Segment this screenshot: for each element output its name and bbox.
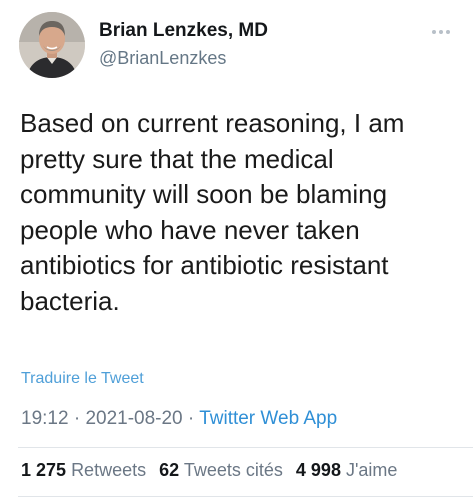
translate-tweet-link[interactable]: Traduire le Tweet (21, 370, 144, 388)
tweet-time[interactable]: 19:12 (21, 408, 69, 429)
display-name[interactable]: Brian Lenzkes, MD (99, 20, 268, 42)
meta-separator: · (73, 408, 81, 429)
user-handle[interactable]: @BrianLenzkes (99, 48, 226, 69)
quote-tweets-count: 62 (159, 460, 180, 480)
retweets-stat[interactable]: 1 275 Retweets (21, 460, 146, 480)
more-options-icon[interactable] (432, 26, 456, 38)
more-dot (446, 30, 450, 34)
divider (18, 447, 473, 448)
tweet-card: Brian Lenzkes, MD @BrianLenzkes Based on… (0, 0, 473, 500)
tweet-metadata: 19:12 · 2021-08-20 · Twitter Web App (21, 408, 337, 430)
divider (18, 496, 473, 497)
tweet-text: Based on current reasoning, I am pretty … (20, 108, 405, 316)
tweet-date[interactable]: 2021-08-20 (85, 408, 182, 429)
quote-tweets-stat[interactable]: 62 Tweets cités (159, 460, 283, 480)
likes-label: J'aime (345, 460, 398, 480)
retweets-label: Retweets (71, 460, 147, 480)
avatar-image (19, 12, 85, 78)
engagement-stats: 1 275 Retweets 62 Tweets cités 4 998 J'a… (21, 460, 405, 481)
quote-tweets-label: Tweets cités (183, 460, 283, 480)
tweet-source-link[interactable]: Twitter Web App (199, 408, 337, 429)
more-dot (432, 30, 436, 34)
meta-separator: · (187, 408, 195, 429)
retweets-count: 1 275 (21, 460, 67, 480)
avatar[interactable] (19, 12, 85, 78)
likes-count: 4 998 (295, 460, 341, 480)
likes-stat[interactable]: 4 998 J'aime (296, 460, 398, 480)
more-dot (439, 30, 443, 34)
